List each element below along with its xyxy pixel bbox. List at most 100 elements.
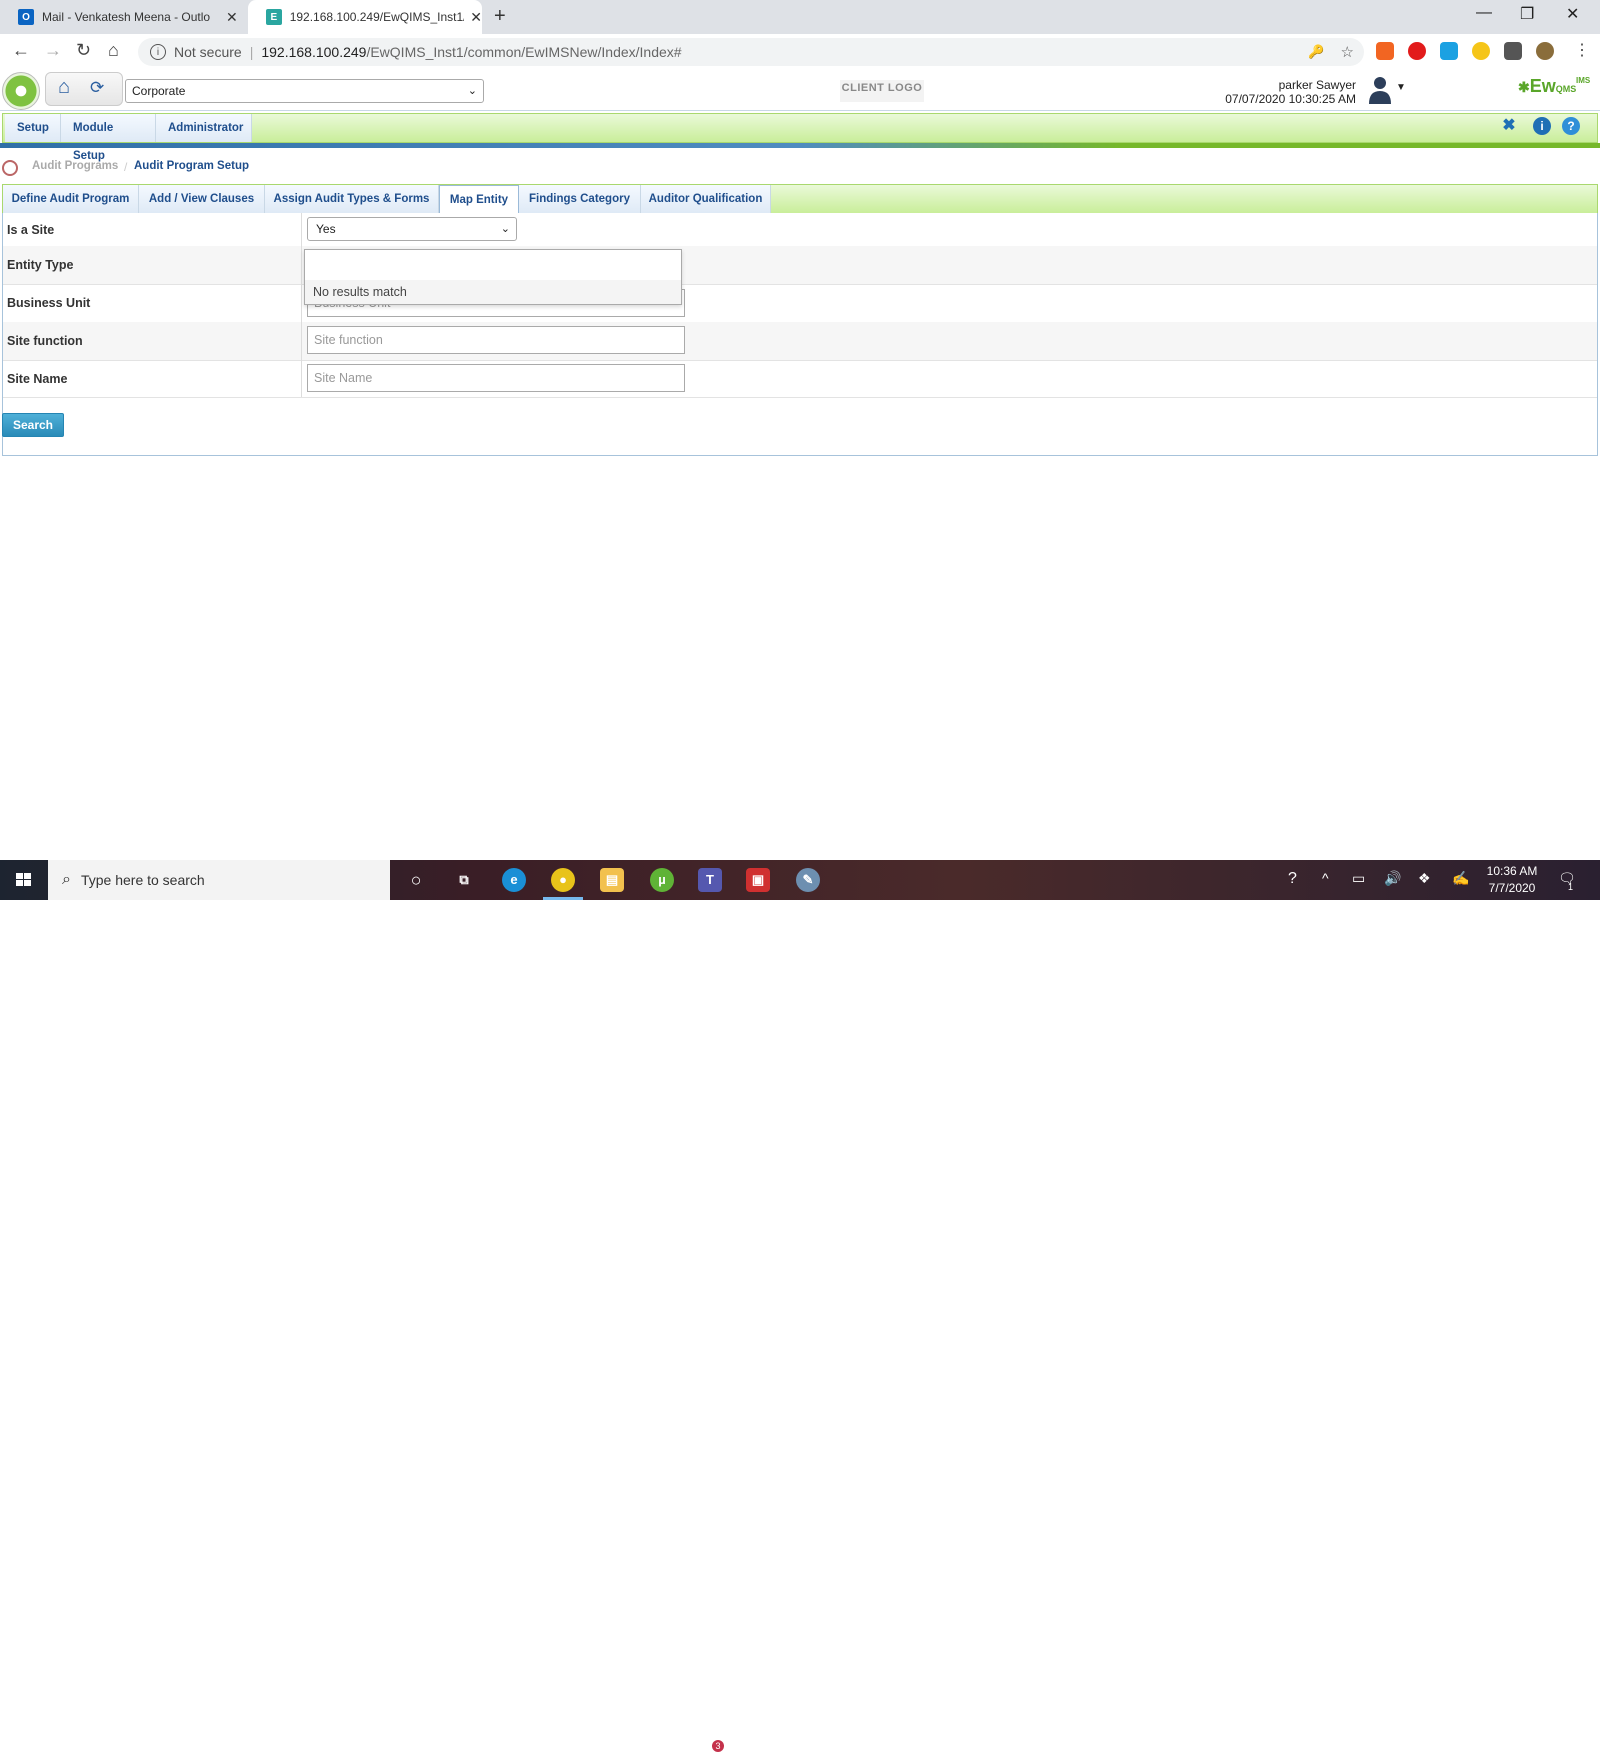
home-icon[interactable]: ⌂ bbox=[58, 76, 70, 99]
user-icon[interactable] bbox=[1368, 74, 1392, 104]
divider: | bbox=[249, 44, 254, 60]
edge-icon[interactable]: e bbox=[502, 868, 526, 892]
brand-logo: ✱EwQMS bbox=[1518, 76, 1576, 97]
menu-setup[interactable]: Setup bbox=[5, 114, 61, 142]
entity-type-label: Entity Type bbox=[7, 258, 74, 272]
tab-findings-category[interactable]: Findings Category bbox=[519, 185, 641, 213]
breadcrumb-parent[interactable]: Audit Programs bbox=[32, 160, 118, 172]
clock-date: 7/7/2020 bbox=[1488, 881, 1536, 895]
site-name-input[interactable]: Site Name bbox=[307, 364, 685, 392]
dropbox-icon[interactable]: ❖ bbox=[1418, 870, 1431, 887]
audit-program-tabs: Define Audit Program Add / View Clauses … bbox=[2, 184, 1598, 214]
info-icon[interactable]: i bbox=[1533, 117, 1551, 135]
chevron-down-icon: ⌄ bbox=[467, 85, 477, 97]
extensions-puzzle-icon[interactable] bbox=[1504, 42, 1522, 60]
taskbar-clock[interactable]: 10:36 AM 7/7/2020 bbox=[1480, 863, 1544, 897]
teams-icon[interactable]: T bbox=[698, 868, 722, 892]
help-icon[interactable]: ? bbox=[1562, 117, 1580, 135]
minimize-icon[interactable]: — bbox=[1476, 4, 1492, 22]
security-app-icon[interactable]: ▣ bbox=[746, 868, 770, 892]
tab-map-entity[interactable]: Map Entity bbox=[439, 185, 519, 214]
site-function-input[interactable]: Site function bbox=[307, 326, 685, 354]
browser-tab-label: 192.168.100.249/EwQIMS_Inst1/c bbox=[289, 10, 465, 24]
divider bbox=[301, 360, 302, 397]
address-bar[interactable]: i Not secure | 192.168.100.249 /EwQIMS_I… bbox=[138, 38, 1364, 66]
teams-badge: 3 bbox=[712, 1740, 724, 1752]
back-icon[interactable]: ← bbox=[12, 40, 30, 61]
main-menu: Setup Module Setup Administrator bbox=[2, 113, 1598, 162]
pin-icon[interactable]: ✖ bbox=[1500, 117, 1518, 135]
notification-icon[interactable]: 🗨 bbox=[1558, 870, 1576, 887]
close-tab-icon[interactable]: ✕ bbox=[470, 9, 482, 26]
close-tab-icon[interactable]: ✕ bbox=[226, 9, 238, 26]
pen-icon[interactable]: ✍ bbox=[1452, 870, 1469, 887]
divider bbox=[301, 322, 302, 360]
outlook-icon: O bbox=[18, 9, 34, 25]
tab-add-view-clauses[interactable]: Add / View Clauses bbox=[139, 185, 265, 213]
user-dropdown-icon[interactable]: ▼ bbox=[1396, 82, 1406, 93]
utorrent-icon[interactable]: µ bbox=[650, 868, 674, 892]
menu-administrator[interactable]: Administrator bbox=[156, 114, 252, 142]
battery-icon[interactable]: ▭ bbox=[1352, 870, 1365, 887]
paint-icon[interactable]: ✎ bbox=[796, 868, 820, 892]
browser-menu-icon[interactable]: ⋮ bbox=[1574, 40, 1590, 60]
search-button[interactable]: Search bbox=[2, 413, 64, 437]
extension-fire-icon[interactable] bbox=[1376, 42, 1394, 60]
chevron-down-icon: ⌄ bbox=[500, 223, 510, 235]
active-app-indicator bbox=[543, 897, 583, 900]
extension-circle-icon[interactable] bbox=[1472, 42, 1490, 60]
star-icon[interactable]: ☆ bbox=[1341, 43, 1354, 61]
brand-star-icon: ✱ bbox=[1518, 79, 1530, 95]
entity-type-dropdown[interactable]: No results match bbox=[304, 249, 682, 305]
divider bbox=[301, 284, 302, 322]
profile-avatar[interactable] bbox=[1536, 42, 1554, 60]
help-tray-icon[interactable]: ? bbox=[1288, 870, 1297, 888]
ewqims-favicon-icon: E bbox=[266, 9, 282, 25]
tab-define-audit-program[interactable]: Define Audit Program bbox=[3, 185, 139, 213]
audit-icon bbox=[2, 160, 18, 176]
brand-ims: IMS bbox=[1576, 76, 1591, 85]
login-datetime: 07/07/2020 10:30:25 AM bbox=[1225, 92, 1356, 106]
volume-icon[interactable]: 🔊 bbox=[1384, 870, 1401, 887]
menu-module-setup[interactable]: Module Setup bbox=[61, 114, 156, 162]
task-view-icon[interactable]: ⧉ bbox=[452, 868, 476, 892]
entity-type-search-input[interactable] bbox=[307, 252, 679, 278]
key-icon[interactable]: 🔑 bbox=[1308, 44, 1324, 60]
home-icon[interactable]: ⌂ bbox=[108, 40, 119, 61]
browser-tab-label: Mail - Venkatesh Meena - Outlo bbox=[42, 10, 211, 24]
close-window-icon[interactable]: ✕ bbox=[1566, 4, 1579, 24]
app-logo[interactable] bbox=[2, 72, 40, 110]
forward-icon[interactable]: → bbox=[44, 40, 62, 61]
refresh-icon[interactable]: ⟳ bbox=[90, 78, 104, 98]
brand-text: Ew bbox=[1529, 76, 1556, 96]
address-bar-row: ← → ↻ ⌂ i Not secure | 192.168.100.249 /… bbox=[0, 34, 1600, 71]
extension-opera-icon[interactable] bbox=[1408, 42, 1426, 60]
reload-icon[interactable]: ↻ bbox=[76, 40, 91, 61]
home-refresh-group bbox=[45, 72, 123, 106]
organization-select[interactable]: Corporate ⌄ bbox=[125, 79, 484, 103]
divider bbox=[301, 246, 302, 284]
start-button[interactable] bbox=[0, 860, 48, 900]
clock-time: 10:36 AM bbox=[1486, 864, 1538, 878]
show-hidden-icons[interactable]: ^ bbox=[1322, 870, 1329, 886]
restore-icon[interactable]: ❐ bbox=[1520, 4, 1534, 24]
breadcrumb-current: Audit Program Setup bbox=[134, 160, 250, 172]
site-name-label: Site Name bbox=[7, 372, 68, 386]
extension-windows-icon[interactable] bbox=[1440, 42, 1458, 60]
site-function-label: Site function bbox=[7, 334, 83, 348]
organization-select-value: Corporate bbox=[132, 84, 186, 98]
info-icon[interactable]: i bbox=[150, 44, 166, 60]
file-explorer-icon[interactable]: ▤ bbox=[600, 868, 624, 892]
browser-tab-outlook[interactable]: O Mail - Venkatesh Meena - Outlo ✕ bbox=[0, 0, 240, 34]
tab-assign-audit-types-forms[interactable]: Assign Audit Types & Forms bbox=[265, 185, 439, 213]
new-tab-icon[interactable]: + bbox=[494, 5, 506, 28]
tab-auditor-qualification[interactable]: Auditor Qualification bbox=[641, 185, 771, 213]
cortana-icon[interactable]: ○ bbox=[404, 868, 428, 892]
chrome-icon[interactable]: ● bbox=[551, 868, 575, 892]
browser-tab-ewqims[interactable]: E 192.168.100.249/EwQIMS_Inst1/c ✕ bbox=[248, 0, 482, 34]
is-a-site-select[interactable]: Yes ⌄ bbox=[307, 217, 517, 241]
security-label: Not secure bbox=[174, 44, 242, 60]
row-entity-type: Entity Type bbox=[3, 246, 1597, 285]
row-is-a-site: Is a Site Yes ⌄ bbox=[3, 213, 1597, 247]
taskbar-search[interactable]: ⌕ Type here to search bbox=[48, 860, 390, 900]
